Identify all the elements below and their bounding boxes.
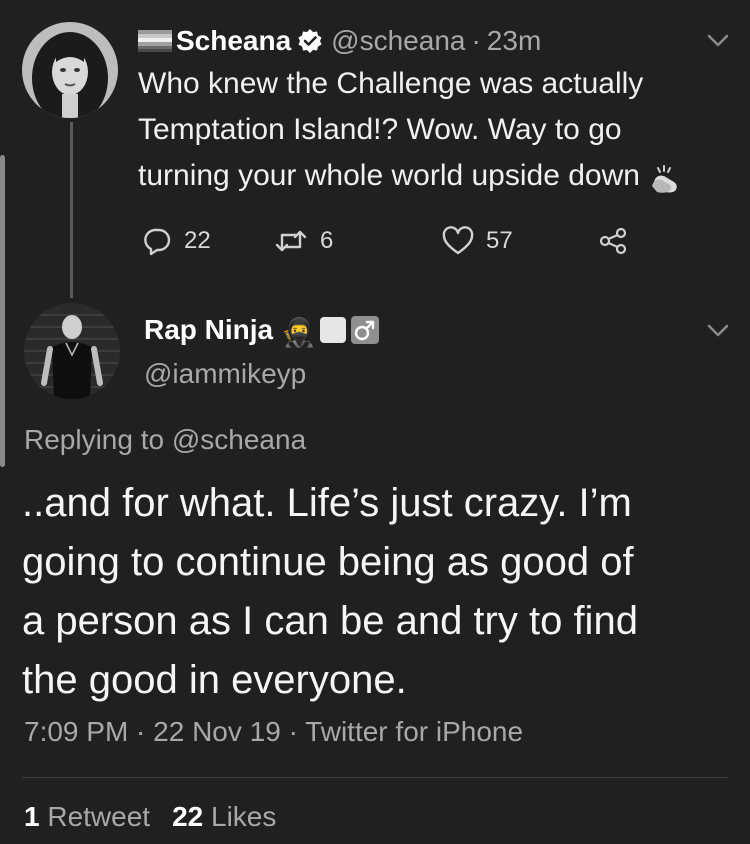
tweet2-line: the good in everyone. — [22, 658, 407, 702]
rainbow-flag-icon — [138, 30, 172, 52]
tweet2-text: ..and for what. Life’s just crazy. I’m g… — [22, 474, 742, 710]
retweets-label: Retweet — [47, 801, 151, 832]
thread-connector-line — [70, 122, 73, 298]
tweet2-display-name[interactable]: Rap Ninja — [144, 314, 273, 346]
tweet1-handle[interactable]: @scheana — [331, 25, 465, 57]
verified-badge-icon — [297, 28, 323, 54]
share-button[interactable] — [598, 226, 640, 256]
tweet1-timestamp[interactable]: 23m — [487, 25, 541, 57]
male-sign-icon — [350, 315, 380, 345]
tweet1-line-wrap: turning your whole world upside down — [138, 153, 738, 199]
scroll-indicator[interactable] — [0, 155, 5, 467]
divider — [22, 777, 728, 778]
white-square-icon — [320, 317, 347, 343]
tweet-thread-screen: Scheana @scheana · 23m Who knew the Chal… — [0, 0, 750, 844]
like-button[interactable]: 57 — [442, 226, 513, 256]
likes-count: 22 — [172, 801, 204, 832]
reply-button[interactable]: 22 — [142, 226, 211, 256]
tweet1-header: Scheana @scheana · 23m — [138, 22, 541, 60]
tweet2-line: ..and for what. Life’s just crazy. I’m — [22, 481, 632, 525]
chevron-down-icon[interactable] — [707, 34, 729, 48]
avatar-iammikeyp[interactable] — [24, 303, 120, 399]
clapping-hands-icon — [648, 162, 682, 193]
likes-label: Likes — [211, 801, 277, 832]
tweet2-meta: 7:09 PM · 22 Nov 19 · Twitter for iPhone — [24, 716, 524, 747]
tweet1-action-bar: 22 6 57 — [142, 226, 642, 262]
replying-to[interactable]: Replying to @scheana — [24, 424, 306, 456]
tweet2-name-row: Rap Ninja 🥷 — [144, 310, 380, 350]
tweet2-handle[interactable]: @iammikeyp — [144, 358, 306, 390]
share-icon — [599, 227, 627, 255]
like-count: 57 — [486, 227, 513, 254]
likes-stat[interactable]: 22 Likes — [172, 801, 276, 832]
tweet1-display-name[interactable]: Scheana — [176, 25, 291, 57]
tweet1-text: Who knew the Challenge was actually Temp… — [138, 61, 738, 199]
retweets-stat[interactable]: 1 Retweet — [24, 801, 150, 832]
name-glyph: 🥷 — [281, 317, 317, 348]
separator-dot: · — [471, 25, 481, 56]
chevron-down-icon[interactable] — [707, 324, 729, 338]
retweet-icon — [275, 230, 307, 252]
tweet2-line: going to continue being as good of — [22, 540, 634, 584]
retweets-count: 1 — [24, 801, 40, 832]
tweet1-line: Temptation Island!? Wow. Way to go — [138, 113, 622, 146]
reply-icon — [144, 228, 171, 256]
tweet1-line: turning your whole world upside down — [138, 159, 640, 192]
avatar-scheana[interactable] — [22, 22, 118, 118]
retweet-count: 6 — [320, 227, 334, 254]
reply-count: 22 — [184, 227, 211, 254]
tweet2-line: a person as I can be and try to find — [22, 599, 638, 643]
tweet2-stats: 1 Retweet 22 Likes — [24, 801, 276, 833]
tweet1-line: Who knew the Challenge was actually — [138, 67, 644, 100]
heart-icon — [442, 226, 474, 255]
retweet-button[interactable]: 6 — [274, 226, 333, 256]
